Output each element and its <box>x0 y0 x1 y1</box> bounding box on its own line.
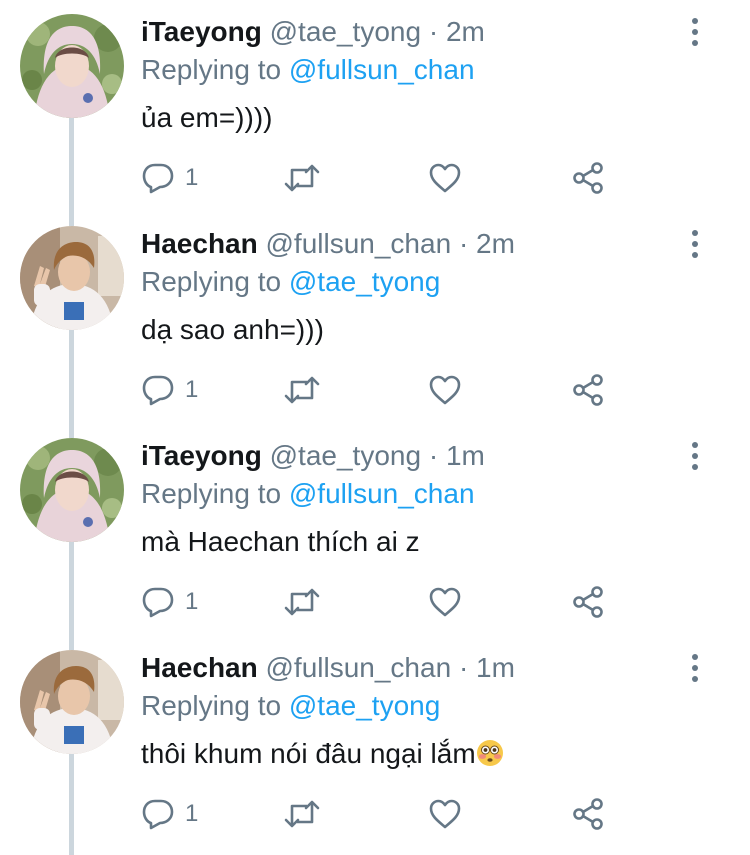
reply-button[interactable]: 1 <box>141 794 198 834</box>
tweet-header: Haechan @fullsun_chan · 2m <box>141 226 515 262</box>
tweet-text: dạ sao anh=))) <box>141 314 324 345</box>
display-name[interactable]: iTaeyong <box>141 440 262 471</box>
reply-icon <box>142 163 174 194</box>
replying-to-label: Replying to <box>141 266 282 297</box>
timestamp[interactable]: 2m <box>476 228 515 259</box>
share-button[interactable] <box>571 158 605 198</box>
avatar-haechan <box>20 226 124 330</box>
retweet-button[interactable] <box>283 370 321 410</box>
tweet[interactable]: Haechan @fullsun_chan · 1m Replying to @… <box>0 636 750 848</box>
like-button[interactable] <box>428 370 462 410</box>
replying-to: Replying to @fullsun_chan <box>141 52 475 88</box>
more-vertical-icon[interactable] <box>680 652 710 684</box>
separator: · <box>458 652 469 683</box>
mention-link[interactable]: @fullsun_chan <box>289 478 475 509</box>
display-name[interactable]: Haechan <box>141 228 258 259</box>
like-button[interactable] <box>428 158 462 198</box>
tweet-text: mà Haechan thích ai z <box>141 526 420 557</box>
heart-icon <box>429 375 461 405</box>
action-bar: 1 <box>141 158 621 198</box>
flushed-face-emoji <box>476 740 503 766</box>
tweet-text: ủa em=)))) <box>141 102 273 133</box>
more-vertical-icon[interactable] <box>680 440 710 472</box>
reply-button[interactable]: 1 <box>141 582 198 622</box>
timestamp[interactable]: 2m <box>446 16 485 47</box>
avatar[interactable] <box>20 650 124 754</box>
reply-count: 1 <box>185 588 199 615</box>
tweet[interactable]: Haechan @fullsun_chan · 2m Replying to @… <box>0 212 750 424</box>
avatar[interactable] <box>20 438 124 542</box>
replying-to-label: Replying to <box>141 478 282 509</box>
tweet-header: iTaeyong @tae_tyong · 1m <box>141 438 485 474</box>
action-bar: 1 <box>141 370 621 410</box>
retweet-icon <box>284 376 320 404</box>
reply-count: 1 <box>185 800 199 827</box>
reply-thread: iTaeyong @tae_tyong · 2m Replying to @fu… <box>0 0 750 855</box>
reply-button[interactable]: 1 <box>141 370 198 410</box>
reply-icon <box>142 799 174 830</box>
replying-to-label: Replying to <box>141 54 282 85</box>
mention-link[interactable]: @tae_tyong <box>289 690 440 721</box>
display-name[interactable]: iTaeyong <box>141 16 262 47</box>
mention-link[interactable]: @tae_tyong <box>289 266 440 297</box>
retweet-icon <box>284 588 320 616</box>
reply-icon <box>142 587 174 618</box>
retweet-button[interactable] <box>283 794 321 834</box>
heart-icon <box>429 799 461 829</box>
handle[interactable]: @tae_tyong <box>270 440 421 471</box>
separator: · <box>458 228 469 259</box>
tweet-header: iTaeyong @tae_tyong · 2m <box>141 14 485 50</box>
timestamp[interactable]: 1m <box>476 652 515 683</box>
retweet-button[interactable] <box>283 158 321 198</box>
heart-icon <box>429 587 461 617</box>
avatar-taeyong <box>20 14 124 118</box>
share-icon <box>573 798 603 830</box>
share-icon <box>573 586 603 618</box>
reply-button[interactable]: 1 <box>141 158 198 198</box>
more-vertical-icon[interactable] <box>680 228 710 260</box>
reply-icon <box>142 375 174 406</box>
separator: · <box>428 440 439 471</box>
replying-to: Replying to @tae_tyong <box>141 264 440 300</box>
tweet-text: thôi khum nói đâu ngại lắm <box>141 738 476 769</box>
like-button[interactable] <box>428 794 462 834</box>
avatar-haechan <box>20 650 124 754</box>
replying-to-label: Replying to <box>141 690 282 721</box>
action-bar: 1 <box>141 582 621 622</box>
timestamp[interactable]: 1m <box>446 440 485 471</box>
tweet[interactable]: iTaeyong @tae_tyong · 2m Replying to @fu… <box>0 0 750 212</box>
heart-icon <box>429 163 461 193</box>
handle[interactable]: @fullsun_chan <box>266 652 452 683</box>
avatar-taeyong <box>20 438 124 542</box>
share-button[interactable] <box>571 794 605 834</box>
replying-to: Replying to @fullsun_chan <box>141 476 475 512</box>
share-button[interactable] <box>571 370 605 410</box>
retweet-icon <box>284 800 320 828</box>
share-icon <box>573 374 603 406</box>
retweet-icon <box>284 164 320 192</box>
replying-to: Replying to @tae_tyong <box>141 688 440 724</box>
like-button[interactable] <box>428 582 462 622</box>
avatar[interactable] <box>20 226 124 330</box>
share-button[interactable] <box>571 582 605 622</box>
share-icon <box>573 162 603 194</box>
tweet-header: Haechan @fullsun_chan · 1m <box>141 650 515 686</box>
reply-count: 1 <box>185 164 199 191</box>
handle[interactable]: @tae_tyong <box>270 16 421 47</box>
mention-link[interactable]: @fullsun_chan <box>289 54 475 85</box>
tweet-text-container: thôi khum nói đâu ngại lắm <box>141 736 504 772</box>
action-bar: 1 <box>141 794 621 834</box>
display-name[interactable]: Haechan <box>141 652 258 683</box>
handle[interactable]: @fullsun_chan <box>266 228 452 259</box>
separator: · <box>428 16 439 47</box>
reply-count: 1 <box>185 376 199 403</box>
avatar[interactable] <box>20 14 124 118</box>
more-vertical-icon[interactable] <box>680 16 710 48</box>
retweet-button[interactable] <box>283 582 321 622</box>
tweet[interactable]: iTaeyong @tae_tyong · 1m Replying to @fu… <box>0 424 750 636</box>
